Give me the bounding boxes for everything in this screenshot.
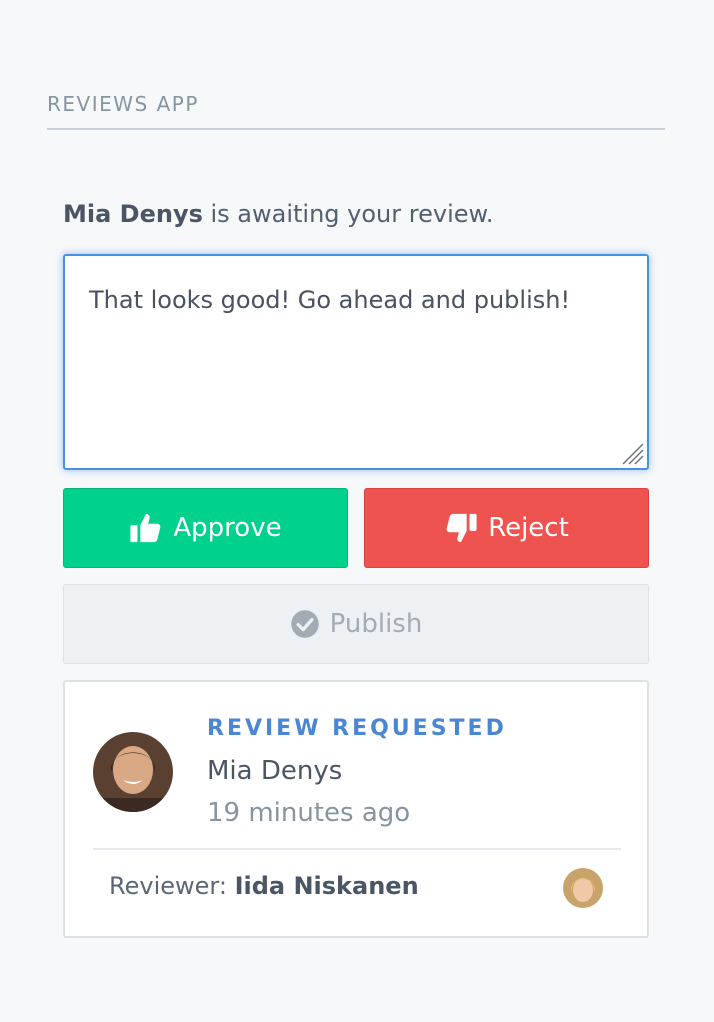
approve-button[interactable]: Approve: [63, 488, 348, 568]
review-comment-textarea[interactable]: That looks good! Go ahead and publish!: [63, 254, 649, 470]
request-timestamp: 19 minutes ago: [207, 798, 411, 828]
thumbs-down-icon: [446, 513, 477, 543]
thumbs-up-icon: [130, 513, 161, 543]
app-title: REVIEWS APP: [47, 92, 665, 130]
reject-button[interactable]: Reject: [364, 488, 649, 568]
reviewer-line: Reviewer: Iida Niskanen: [109, 872, 419, 900]
comment-text: That looks good! Go ahead and publish!: [89, 286, 571, 314]
requester-avatar: [93, 732, 173, 812]
card-divider: [93, 848, 621, 850]
approve-label: Approve: [173, 513, 282, 543]
publish-label: Publish: [329, 609, 423, 639]
requester-card-name: Mia Denys: [207, 756, 343, 786]
reviewer-avatar: [563, 868, 603, 908]
review-prompt: Mia Denys is awaiting your review.: [63, 200, 494, 228]
prompt-text: is awaiting your review.: [202, 200, 494, 228]
review-request-card: REVIEW REQUESTED Mia Denys 19 minutes ag…: [63, 680, 649, 938]
reviews-app: REVIEWS APP Mia Denys is awaiting your r…: [47, 0, 665, 938]
reviewer-prefix: Reviewer:: [109, 872, 235, 900]
reviewer-name: Iida Niskanen: [234, 872, 419, 900]
requester-name: Mia Denys: [63, 200, 203, 228]
resize-handle-icon[interactable]: [619, 440, 645, 466]
review-status: REVIEW REQUESTED: [207, 716, 507, 741]
reject-label: Reject: [488, 513, 569, 543]
check-circle-icon: [290, 610, 319, 638]
publish-button[interactable]: Publish: [63, 584, 649, 664]
